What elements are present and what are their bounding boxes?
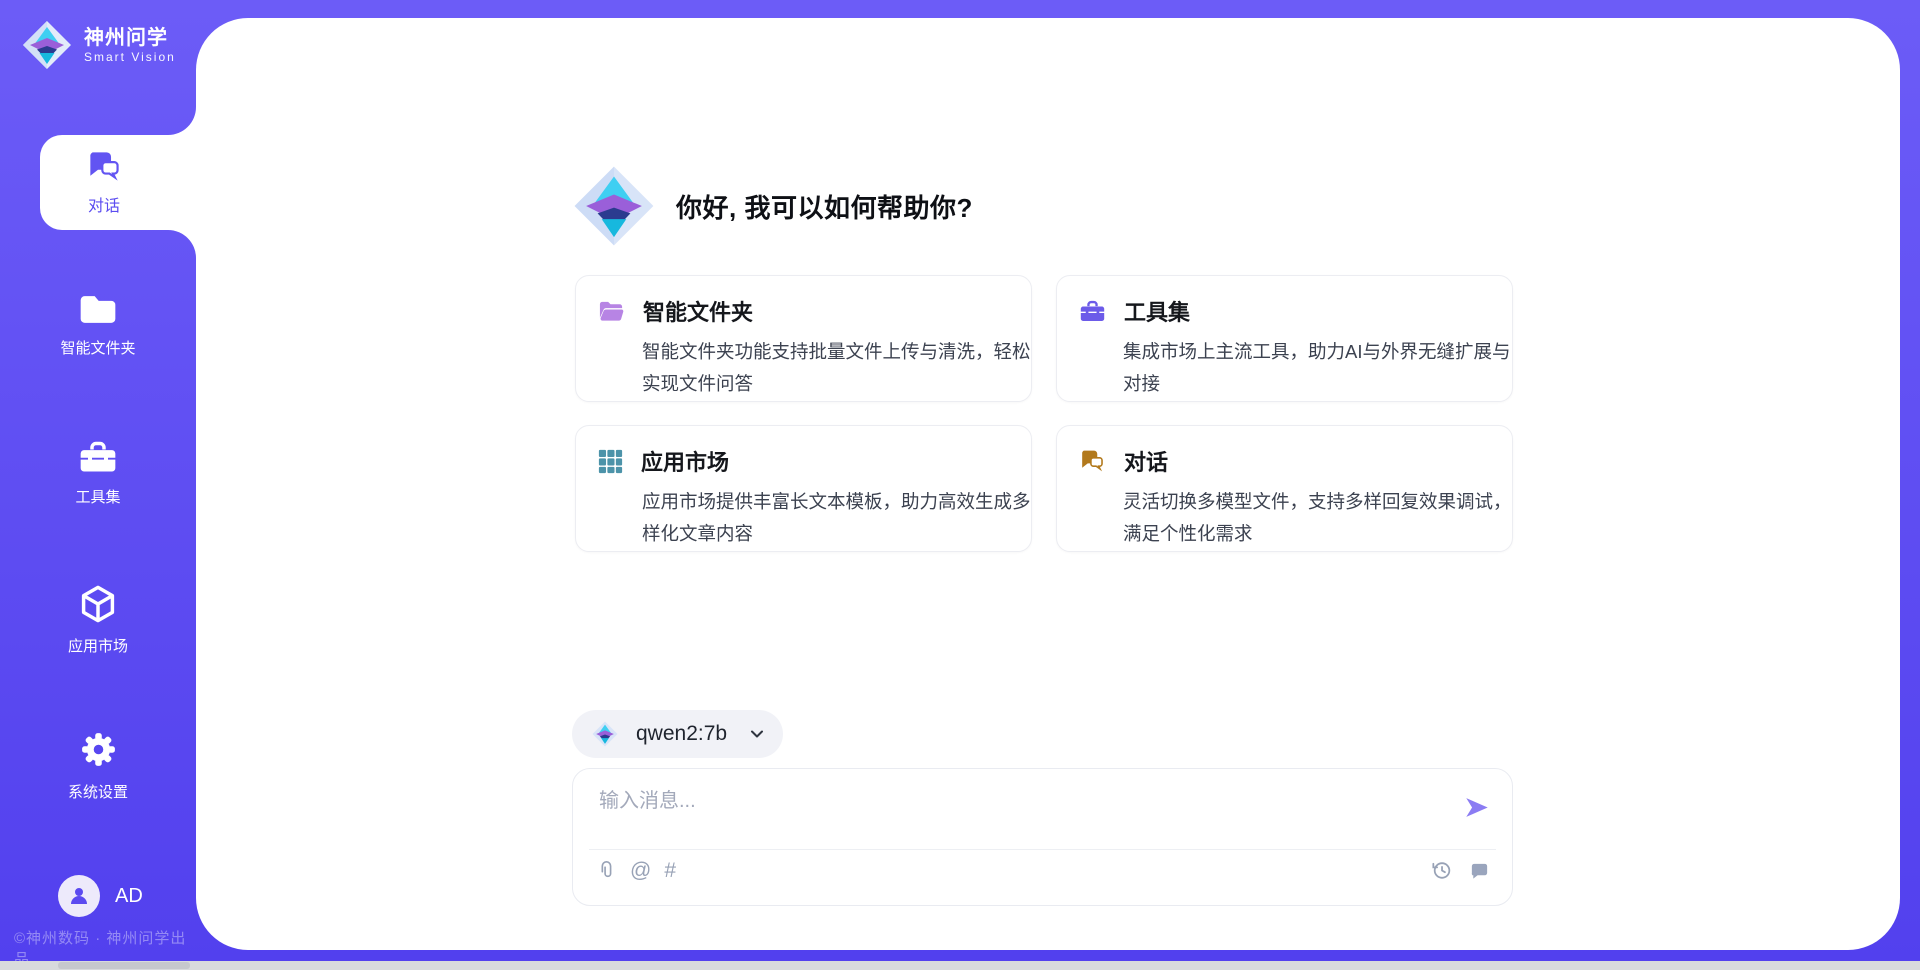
sidebar-item-settings[interactable]: 系统设置 <box>0 729 196 802</box>
greeting: 你好, 我可以如何帮助你? <box>573 165 973 247</box>
card-title: 智能文件夹 <box>643 295 753 327</box>
card-description: 应用市场提供丰富长文本模板，助力高效生成多样化文章内容 <box>642 486 1038 550</box>
card-description: 集成市场上主流工具，助力AI与外界无缝扩展与对接 <box>1123 336 1519 400</box>
avatar <box>58 875 100 917</box>
model-name: qwen2:7b <box>636 722 727 746</box>
paperclip-icon[interactable] <box>595 859 617 883</box>
model-diamond-icon <box>592 721 618 747</box>
sidebar-item-label: 对话 <box>88 192 120 216</box>
folder-icon <box>78 293 118 326</box>
message-input[interactable] <box>597 781 1441 821</box>
sidebar-item-label: 系统设置 <box>68 781 128 802</box>
card-description: 智能文件夹功能支持批量文件上传与清洗，轻松实现文件问答 <box>642 336 1038 400</box>
folder-open-icon <box>598 299 625 323</box>
feature-cards: 智能文件夹 智能文件夹功能支持批量文件上传与清洗，轻松实现文件问答 工具集 集成… <box>575 275 1513 552</box>
sidebar-item-label: 智能文件夹 <box>60 337 135 358</box>
card-title: 工具集 <box>1124 295 1190 327</box>
greeting-text: 你好, 我可以如何帮助你? <box>676 188 973 225</box>
brand-name: 神州问学 <box>84 26 176 50</box>
card-description: 灵活切换多模型文件，支持多样回复效果调试，满足个性化需求 <box>1123 486 1519 550</box>
diamond-logo-icon <box>22 20 72 70</box>
user-name: AD <box>115 885 143 908</box>
send-icon[interactable] <box>1464 795 1490 820</box>
card-smart-folder[interactable]: 智能文件夹 智能文件夹功能支持批量文件上传与清洗，轻松实现文件问答 <box>575 275 1032 402</box>
cube-icon <box>78 584 118 624</box>
horizontal-scrollbar <box>0 961 1920 970</box>
card-title: 应用市场 <box>641 445 729 477</box>
horizontal-scrollbar-thumb[interactable] <box>58 962 190 969</box>
gear-icon <box>78 729 119 770</box>
history-icon[interactable] <box>1430 859 1453 882</box>
app-diamond-logo <box>573 165 655 247</box>
card-title: 对话 <box>1124 445 1168 477</box>
composer-divider <box>589 849 1496 850</box>
chat-icon <box>1079 449 1106 473</box>
person-icon <box>67 884 91 908</box>
sidebar-item-toolset[interactable]: 工具集 <box>0 440 196 507</box>
user-profile[interactable]: AD <box>58 875 143 917</box>
card-chat[interactable]: 对话 灵活切换多模型文件，支持多样回复效果调试，满足个性化需求 <box>1056 425 1513 552</box>
model-selector[interactable]: qwen2:7b <box>572 710 783 758</box>
mention-icon[interactable]: @ <box>630 859 651 883</box>
chat-icon <box>86 150 123 183</box>
brand-subtitle: Smart Vision <box>84 50 176 64</box>
sidebar-item-app-market[interactable]: 应用市场 <box>0 584 196 656</box>
hashtag-icon[interactable]: # <box>664 859 676 883</box>
chevron-down-icon <box>749 726 765 742</box>
sidebar-item-label: 工具集 <box>75 486 120 507</box>
card-toolset[interactable]: 工具集 集成市场上主流工具，助力AI与外界无缝扩展与对接 <box>1056 275 1513 402</box>
sidebar-item-chat[interactable]: 对话 <box>40 135 168 230</box>
sidebar-item-smart-folder[interactable]: 智能文件夹 <box>0 293 196 358</box>
toolbox-icon <box>1079 299 1106 324</box>
card-app-market[interactable]: 应用市场 应用市场提供丰富长文本模板，助力高效生成多样化文章内容 <box>575 425 1032 552</box>
grid-icon <box>598 449 623 474</box>
brand-logo: 神州问学 Smart Vision <box>22 20 176 70</box>
sidebar-item-label: 应用市场 <box>68 635 128 656</box>
toolbox-icon <box>78 440 118 475</box>
feedback-bubble-icon[interactable] <box>1469 861 1490 881</box>
sidebar: 神州问学 Smart Vision 对话 智能文件夹 工具集 <box>0 0 196 970</box>
main-panel: 你好, 我可以如何帮助你? 智能文件夹 智能文件夹功能支持批量文件上传与清洗，轻… <box>196 18 1900 950</box>
message-composer: @ # <box>572 768 1513 906</box>
